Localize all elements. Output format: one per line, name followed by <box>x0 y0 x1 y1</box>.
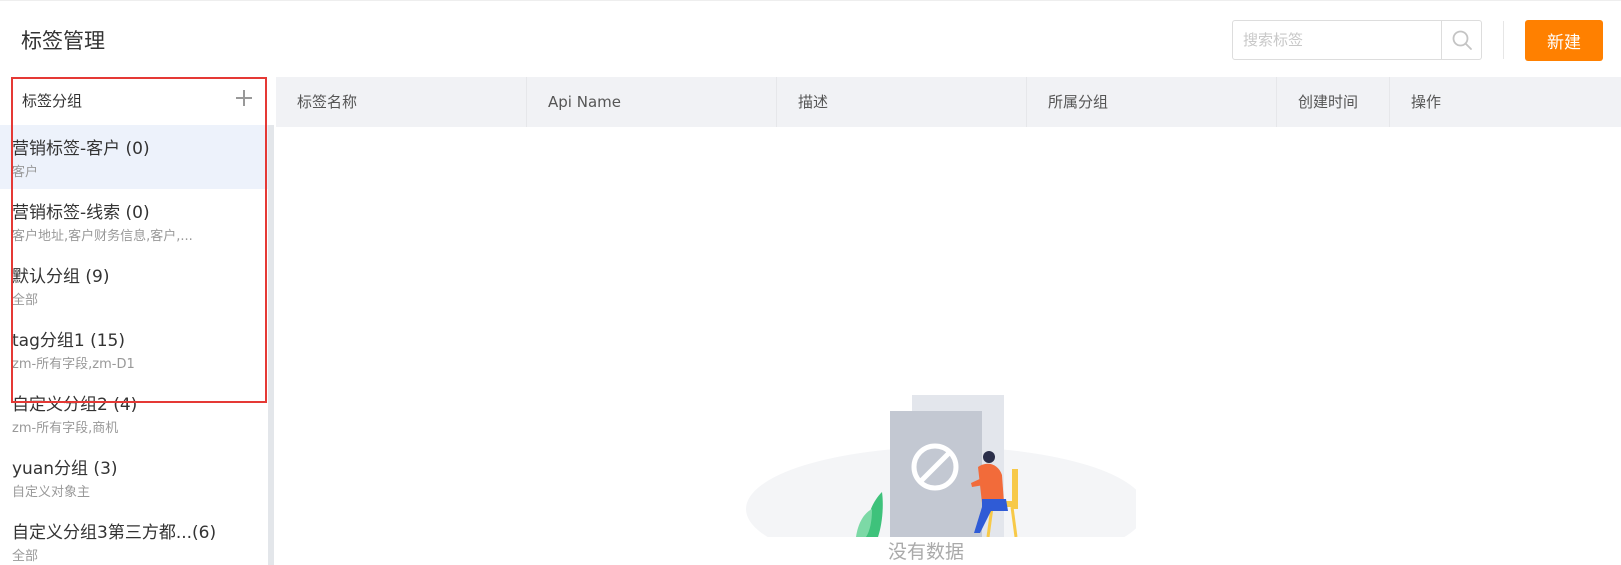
group-item[interactable]: yuan分组 (3) 自定义对象主 <box>0 445 268 509</box>
group-name: tag分组1 (15) <box>12 331 125 351</box>
group-item[interactable]: 营销标签-客户 (0) 客户 <box>0 125 268 189</box>
empty-state-text: 没有数据 <box>887 541 964 563</box>
table-header: 标签名称 Api Name 描述 所属分组 创建时间 操作 <box>276 77 1621 127</box>
group-item[interactable]: 自定义分组3第三方都...(6) 全部 <box>0 509 268 565</box>
group-desc: 全部 <box>12 549 39 564</box>
new-tag-button[interactable]: 新建 <box>1525 20 1603 61</box>
column-header-tag-name[interactable]: 标签名称 <box>276 77 527 127</box>
group-name: yuan分组 (3) <box>12 459 118 479</box>
search-box <box>1232 20 1482 60</box>
tag-table-area: 标签名称 Api Name 描述 所属分组 创建时间 操作 没有数据 <box>276 77 1621 565</box>
group-item[interactable]: 营销标签-线索 (0) 客户地址,客户财务信息,客户,... <box>0 189 268 253</box>
group-item[interactable]: 自定义分组2 (4) zm-所有字段,商机 <box>0 381 268 445</box>
empty-illustration-icon <box>746 395 1136 537</box>
sidebar-header: 标签分组 <box>0 77 268 125</box>
group-list: 营销标签-客户 (0) 客户 营销标签-线索 (0) 客户地址,客户财务信息,客… <box>0 125 268 565</box>
group-desc: 客户 <box>12 165 39 180</box>
group-name: 营销标签-客户 (0) <box>12 139 150 159</box>
column-header-api-name[interactable]: Api Name <box>527 77 777 127</box>
header-divider <box>1503 21 1504 59</box>
sidebar-scrollbar[interactable] <box>268 125 274 565</box>
group-name: 营销标签-线索 (0) <box>12 203 150 223</box>
group-desc: zm-所有字段,zm-D1 <box>12 357 135 372</box>
group-desc: 客户地址,客户财务信息,客户,... <box>12 229 193 244</box>
add-group-plus-icon[interactable] <box>235 88 253 106</box>
group-item[interactable]: 默认分组 (9) 全部 <box>0 253 268 317</box>
group-desc: 自定义对象主 <box>12 485 91 500</box>
group-item[interactable]: tag分组1 (15) zm-所有字段,zm-D1 <box>0 317 268 381</box>
page-title: 标签管理 <box>21 29 105 53</box>
group-desc: 全部 <box>12 293 39 308</box>
column-header-group[interactable]: 所属分组 <box>1027 77 1277 127</box>
search-input[interactable] <box>1233 21 1443 59</box>
search-icon <box>1452 30 1472 50</box>
column-header-actions: 操作 <box>1411 93 1442 111</box>
search-button[interactable] <box>1441 21 1481 59</box>
group-name: 自定义分组3第三方都...(6) <box>12 523 217 543</box>
sidebar-title: 标签分组 <box>22 92 83 110</box>
page-header: 标签管理 新建 <box>0 0 1621 76</box>
group-desc: zm-所有字段,商机 <box>12 421 119 436</box>
group-name: 自定义分组2 (4) <box>12 395 138 415</box>
group-name: 默认分组 (9) <box>12 267 110 287</box>
column-header-description[interactable]: 描述 <box>777 77 1027 127</box>
empty-state: 没有数据 <box>716 387 1136 565</box>
tag-group-sidebar: 标签分组 营销标签-客户 (0) 客户 营销标签-线索 (0) 客户地址,客户财… <box>0 77 274 565</box>
column-header-created-time[interactable]: 创建时间 <box>1277 77 1390 127</box>
